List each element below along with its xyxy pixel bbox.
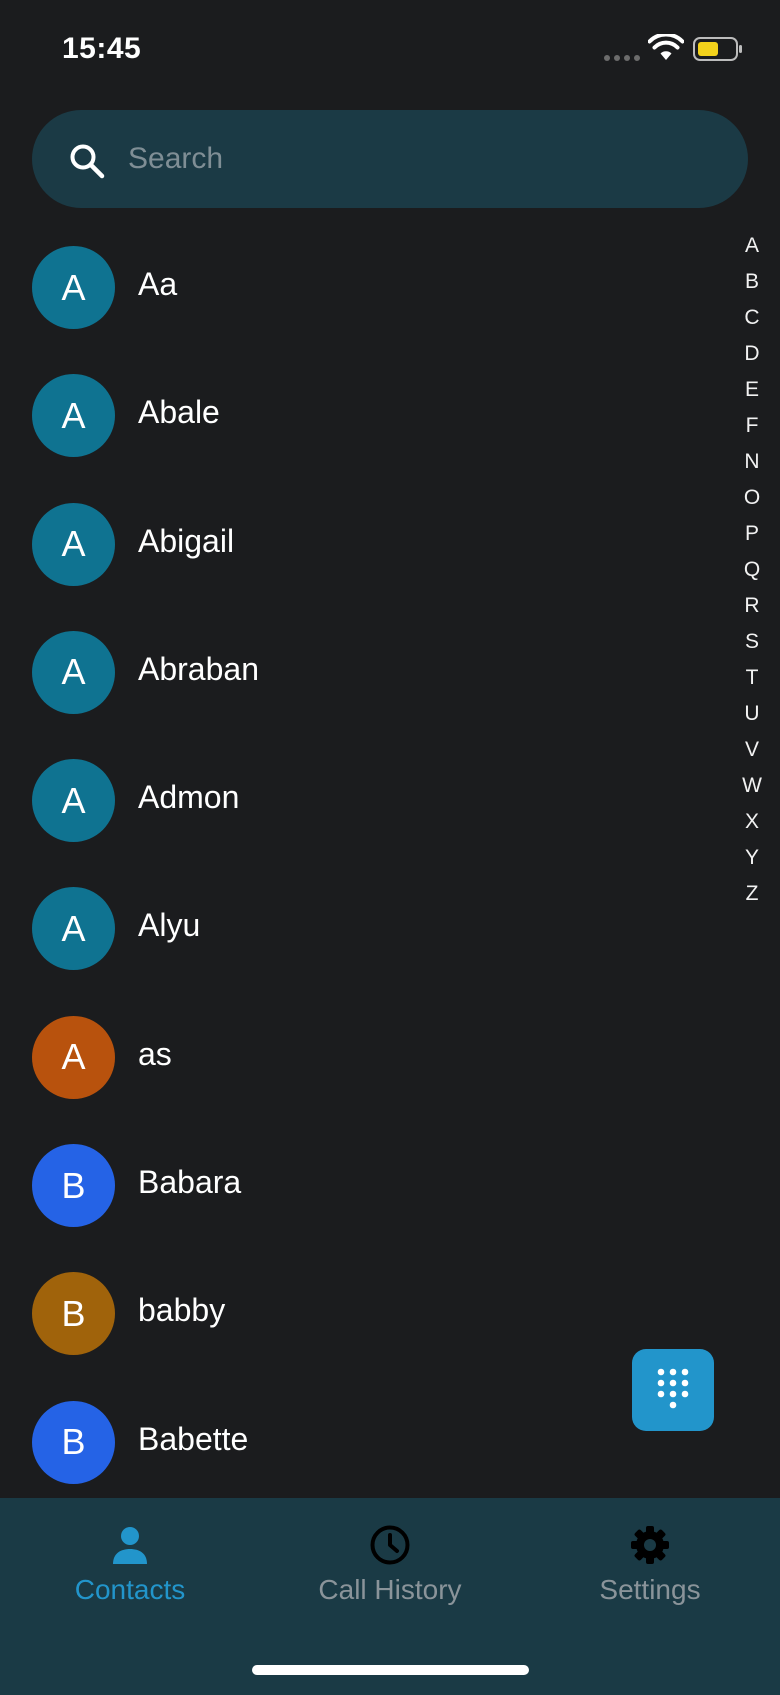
tab-contacts[interactable]: Contacts — [0, 1498, 260, 1628]
contact-name: Aa — [138, 266, 178, 302]
keypad-button[interactable] — [632, 1349, 714, 1431]
avatar: A — [32, 759, 115, 843]
contact-name: Admon — [138, 779, 240, 816]
alpha-index-letter[interactable]: T — [736, 660, 768, 696]
alpha-index-letter[interactable]: D — [736, 336, 768, 372]
contact-row[interactable]: A Abraban — [0, 609, 720, 737]
alpha-index-letter[interactable]: B — [736, 264, 768, 300]
battery-icon — [693, 37, 742, 61]
alpha-index-letter[interactable]: Q — [736, 552, 768, 588]
clock-icon — [370, 1525, 410, 1565]
contact-name: Alyu — [138, 907, 201, 944]
tab-label: Settings — [599, 1574, 701, 1605]
contact-row[interactable]: A Abale — [0, 352, 720, 480]
alpha-index-letter[interactable]: V — [736, 732, 768, 768]
contact-row[interactable]: B babby — [0, 1250, 720, 1378]
alpha-index-letter[interactable]: C — [736, 300, 768, 336]
tab-settings[interactable]: Settings — [520, 1498, 780, 1628]
contact-name: Babara — [138, 1164, 242, 1201]
alpha-index-letter[interactable]: Z — [736, 876, 768, 912]
alpha-index-letter[interactable]: Y — [736, 840, 768, 876]
avatar: A — [32, 887, 115, 971]
home-indicator[interactable] — [252, 1665, 529, 1675]
contact-name: Abraban — [138, 650, 259, 687]
alpha-index-letter[interactable]: F — [736, 408, 768, 444]
contact-row[interactable]: A Aa — [0, 224, 720, 352]
contact-name: Abigail — [138, 522, 235, 559]
contacts-screen: 15:45 A Aa A Abale — [0, 0, 780, 1695]
search-input[interactable] — [128, 129, 688, 189]
avatar: B — [32, 1272, 115, 1356]
contact-name: Abale — [138, 394, 220, 431]
avatar: B — [32, 1144, 115, 1228]
alphabet-index: A B C D E F N O P Q R S T U V W X Y Z — [736, 228, 768, 912]
search-bar[interactable] — [32, 110, 748, 208]
tab-call-history[interactable]: Call History — [260, 1498, 520, 1628]
contact-name: as — [138, 1035, 172, 1072]
contact-list: A Aa A Abale A Abigail A Abraban A Admon… — [0, 224, 720, 1507]
alpha-index-letter[interactable]: W — [736, 768, 768, 804]
alpha-index-letter[interactable]: S — [736, 624, 768, 660]
alpha-index-letter[interactable]: X — [736, 804, 768, 840]
contact-row[interactable]: B Babara — [0, 1122, 720, 1250]
contact-name: babby — [138, 1292, 226, 1329]
contact-row[interactable]: A Abigail — [0, 481, 720, 609]
avatar: A — [32, 374, 115, 458]
alpha-index-letter[interactable]: A — [736, 228, 768, 264]
alpha-index-letter[interactable]: U — [736, 696, 768, 732]
dialpad-icon — [657, 1368, 689, 1409]
gear-icon — [631, 1526, 669, 1564]
contact-row[interactable]: A Alyu — [0, 865, 720, 993]
cellular-signal-icon — [604, 55, 640, 61]
avatar: A — [32, 1015, 115, 1099]
contact-row[interactable]: A Admon — [0, 737, 720, 865]
avatar: A — [32, 502, 115, 586]
avatar: A — [32, 630, 115, 714]
alpha-index-letter[interactable]: E — [736, 372, 768, 408]
alpha-index-letter[interactable]: O — [736, 480, 768, 516]
contact-row[interactable]: A as — [0, 994, 720, 1122]
status-bar: 15:45 — [0, 0, 780, 100]
tab-label: Contacts — [74, 1574, 186, 1605]
wifi-icon — [648, 34, 684, 60]
alpha-index-letter[interactable]: P — [736, 516, 768, 552]
contact-name: Babette — [138, 1420, 249, 1457]
contact-row[interactable]: B Babette — [0, 1379, 720, 1507]
alpha-index-letter[interactable]: N — [736, 444, 768, 480]
status-time: 15:45 — [62, 32, 142, 65]
person-icon — [113, 1527, 147, 1564]
avatar: B — [32, 1400, 115, 1484]
tab-label: Call History — [318, 1574, 462, 1605]
alpha-index-letter[interactable]: R — [736, 588, 768, 624]
search-icon — [70, 144, 105, 179]
avatar: A — [32, 246, 115, 329]
